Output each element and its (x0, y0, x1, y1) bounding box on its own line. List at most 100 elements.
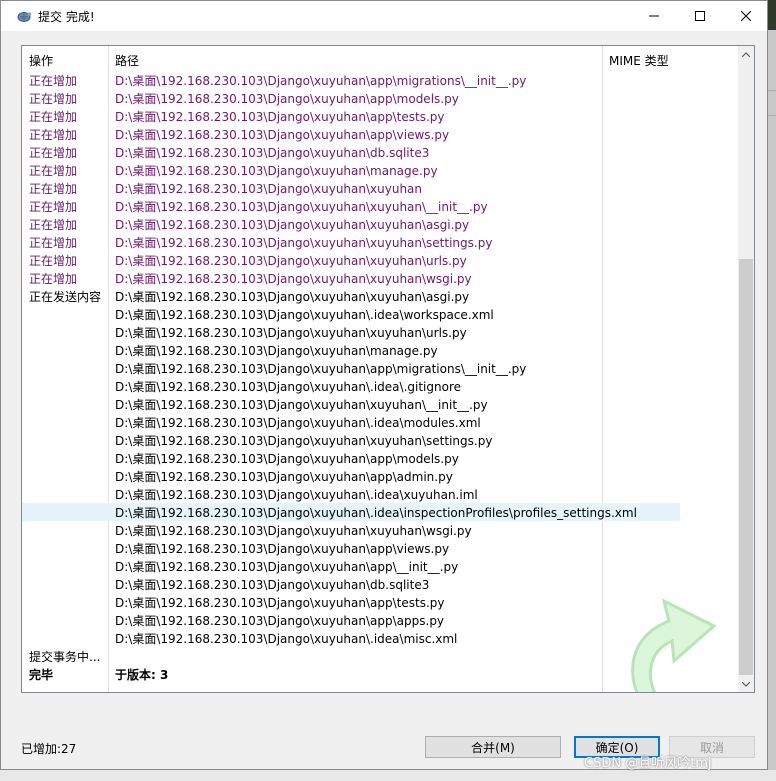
row-action: 正在增加 (29, 236, 78, 250)
row-path: D:\桌面\192.168.230.103\Django\xuyuhan\xuy… (115, 524, 472, 538)
list-row[interactable]: D:\桌面\192.168.230.103\Django\xuyuhan\xuy… (22, 395, 680, 413)
row-path: D:\桌面\192.168.230.103\Django\xuyuhan\xuy… (115, 326, 467, 340)
row-path: D:\桌面\192.168.230.103\Django\xuyuhan\app… (115, 596, 445, 610)
list-row[interactable]: 正在增加 D:\桌面\192.168.230.103\Django\xuyuhan… (22, 125, 680, 143)
row-path: D:\桌面\192.168.230.103\Django\xuyuhan\app… (115, 560, 459, 574)
column-header-path[interactable]: 路径 (115, 52, 139, 69)
column-header-action[interactable]: 操作 (29, 52, 53, 69)
commit-log-list[interactable]: 操作 路径 MIME 类型 正在增加 D:\桌面\192.168.230.103\… (21, 45, 755, 693)
scrollbar-thumb[interactable] (739, 259, 753, 675)
row-path: D:\桌面\192.168.230.103\Django\xuyuhan\xuy… (115, 398, 488, 412)
list-row[interactable]: 提交事务中... (22, 647, 680, 665)
list-row[interactable]: 正在增加 D:\桌面\192.168.230.103\Django\xuyuhan… (22, 215, 680, 233)
window-title: 提交 完成! (38, 10, 95, 24)
list-row[interactable]: 正在增加 D:\桌面\192.168.230.103\Django\xuyuhan… (22, 233, 680, 251)
list-row[interactable]: D:\桌面\192.168.230.103\Django\xuyuhan\.id… (22, 413, 680, 431)
list-row[interactable]: D:\桌面\192.168.230.103\Django\xuyuhan\app… (22, 467, 680, 485)
row-path: D:\桌面\192.168.230.103\Django\xuyuhan\.id… (115, 380, 461, 394)
row-path: D:\桌面\192.168.230.103\Django\xuyuhan\xuy… (115, 290, 470, 304)
row-action: 正在增加 (29, 146, 78, 160)
row-action: 正在增加 (29, 218, 78, 232)
row-path: D:\桌面\192.168.230.103\Django\xuyuhan\app… (115, 110, 445, 124)
row-path: 于版本: 3 (115, 668, 169, 682)
list-row[interactable]: 正在发送内容 D:\桌面\192.168.230.103\Django\xuyuh… (22, 287, 680, 305)
tortoise-icon (16, 8, 32, 24)
list-row[interactable]: D:\桌面\192.168.230.103\Django\xuyuhan\app… (22, 539, 680, 557)
row-path: D:\桌面\192.168.230.103\Django\xuyuhan\app… (115, 74, 527, 88)
background-window-edge (768, 90, 776, 116)
row-action: 正在增加 (29, 272, 78, 286)
list-row[interactable]: 正在增加 D:\桌面\192.168.230.103\Django\xuyuhan… (22, 107, 680, 125)
list-row[interactable]: D:\桌面\192.168.230.103\Django\xuyuhan\app… (22, 359, 680, 377)
list-row[interactable]: 正在增加 D:\桌面\192.168.230.103\Django\xuyuhan… (22, 269, 680, 287)
row-path: D:\桌面\192.168.230.103\Django\xuyuhan\db.… (115, 578, 430, 592)
column-header-mime[interactable]: MIME 类型 (609, 52, 669, 69)
row-path: D:\桌面\192.168.230.103\Django\xuyuhan\app… (115, 362, 527, 376)
row-path: D:\桌面\192.168.230.103\Django\xuyuhan\.id… (115, 506, 637, 520)
row-path: D:\桌面\192.168.230.103\Django\xuyuhan\.id… (115, 632, 458, 646)
row-path: D:\桌面\192.168.230.103\Django\xuyuhan\app… (115, 470, 453, 484)
list-header: 操作 路径 MIME 类型 (22, 46, 738, 70)
list-row[interactable]: 正在增加 D:\桌面\192.168.230.103\Django\xuyuhan… (22, 179, 680, 197)
list-row[interactable]: D:\桌面\192.168.230.103\Django\xuyuhan\xuy… (22, 323, 680, 341)
row-action: 正在增加 (29, 164, 78, 178)
commit-arrow-icon (631, 598, 717, 692)
maximize-button[interactable] (677, 1, 723, 31)
row-action: 完毕 (29, 668, 54, 682)
list-row[interactable]: D:\桌面\192.168.230.103\Django\xuyuhan\xuy… (22, 521, 680, 539)
close-button[interactable] (723, 1, 769, 31)
row-action: 正在增加 (29, 110, 78, 124)
list-row[interactable]: D:\桌面\192.168.230.103\Django\xuyuhan\app… (22, 611, 680, 629)
row-action: 提交事务中... (29, 650, 101, 664)
list-row[interactable]: D:\桌面\192.168.230.103\Django\xuyuhan\xuy… (22, 431, 680, 449)
watermark: CSDN @且听风吟tmj (584, 756, 712, 771)
list-row[interactable]: D:\桌面\192.168.230.103\Django\xuyuhan\app… (22, 449, 680, 467)
scroll-down-arrow-icon[interactable] (738, 676, 754, 692)
row-action: 正在增加 (29, 254, 78, 268)
row-action: 正在增加 (29, 182, 78, 196)
row-path: D:\桌面\192.168.230.103\Django\xuyuhan\app… (115, 542, 450, 556)
row-action: 正在增加 (29, 74, 78, 88)
list-row[interactable]: D:\桌面\192.168.230.103\Django\xuyuhan\.id… (22, 503, 680, 521)
list-row[interactable]: 正在增加 D:\桌面\192.168.230.103\Django\xuyuhan… (22, 143, 680, 161)
list-row[interactable]: D:\桌面\192.168.230.103\Django\xuyuhan\.id… (22, 485, 680, 503)
list-row[interactable]: D:\桌面\192.168.230.103\Django\xuyuhan\.id… (22, 629, 680, 647)
row-action: 正在增加 (29, 92, 78, 106)
row-path: D:\桌面\192.168.230.103\Django\xuyuhan\xuy… (115, 182, 423, 196)
row-path: D:\桌面\192.168.230.103\Django\xuyuhan\db.… (115, 146, 430, 160)
desktop-taskbar-edge (0, 770, 776, 781)
list-row[interactable]: 完毕 于版本: 3 (22, 665, 680, 683)
row-path: D:\桌面\192.168.230.103\Django\xuyuhan\.id… (115, 488, 478, 502)
list-row[interactable]: D:\桌面\192.168.230.103\Django\xuyuhan\db.… (22, 575, 680, 593)
row-path: D:\桌面\192.168.230.103\Django\xuyuhan\xuy… (115, 434, 493, 448)
vertical-scrollbar[interactable] (738, 46, 754, 692)
row-path: D:\桌面\192.168.230.103\Django\xuyuhan\man… (115, 164, 438, 178)
merge-button[interactable]: 合并(M) (425, 736, 561, 758)
list-row[interactable]: D:\桌面\192.168.230.103\Django\xuyuhan\app… (22, 557, 680, 575)
row-path: D:\桌面\192.168.230.103\Django\xuyuhan\xuy… (115, 236, 493, 250)
row-path: D:\桌面\192.168.230.103\Django\xuyuhan\.id… (115, 308, 494, 322)
row-path: D:\桌面\192.168.230.103\Django\xuyuhan\app… (115, 128, 450, 142)
list-row[interactable]: 正在增加 D:\桌面\192.168.230.103\Django\xuyuhan… (22, 197, 680, 215)
row-path: D:\桌面\192.168.230.103\Django\xuyuhan\xuy… (115, 218, 470, 232)
scroll-up-arrow-icon[interactable] (738, 46, 754, 62)
row-path: D:\桌面\192.168.230.103\Django\xuyuhan\app… (115, 452, 459, 466)
list-row[interactable]: D:\桌面\192.168.230.103\Django\xuyuhan\app… (22, 593, 680, 611)
added-count-status: 已增加:27 (21, 742, 77, 756)
row-path: D:\桌面\192.168.230.103\Django\xuyuhan\xuy… (115, 272, 472, 286)
row-path: D:\桌面\192.168.230.103\Django\xuyuhan\xuy… (115, 200, 488, 214)
row-path: D:\桌面\192.168.230.103\Django\xuyuhan\xuy… (115, 254, 467, 268)
list-row[interactable]: D:\桌面\192.168.230.103\Django\xuyuhan\man… (22, 341, 680, 359)
list-row[interactable]: 正在增加 D:\桌面\192.168.230.103\Django\xuyuhan… (22, 89, 680, 107)
row-path: D:\桌面\192.168.230.103\Django\xuyuhan\app… (115, 92, 459, 106)
row-path: D:\桌面\192.168.230.103\Django\xuyuhan\app… (115, 614, 445, 628)
list-row[interactable]: 正在增加 D:\桌面\192.168.230.103\Django\xuyuhan… (22, 71, 680, 89)
title-bar[interactable]: 提交 完成! (1, 1, 767, 31)
minimize-button[interactable] (631, 1, 677, 31)
row-action: 正在增加 (29, 128, 78, 142)
list-row[interactable]: D:\桌面\192.168.230.103\Django\xuyuhan\.id… (22, 305, 680, 323)
list-row[interactable]: 正在增加 D:\桌面\192.168.230.103\Django\xuyuhan… (22, 161, 680, 179)
list-row[interactable]: 正在增加 D:\桌面\192.168.230.103\Django\xuyuhan… (22, 251, 680, 269)
row-action: 正在发送内容 (29, 290, 102, 304)
list-row[interactable]: D:\桌面\192.168.230.103\Django\xuyuhan\.id… (22, 377, 680, 395)
